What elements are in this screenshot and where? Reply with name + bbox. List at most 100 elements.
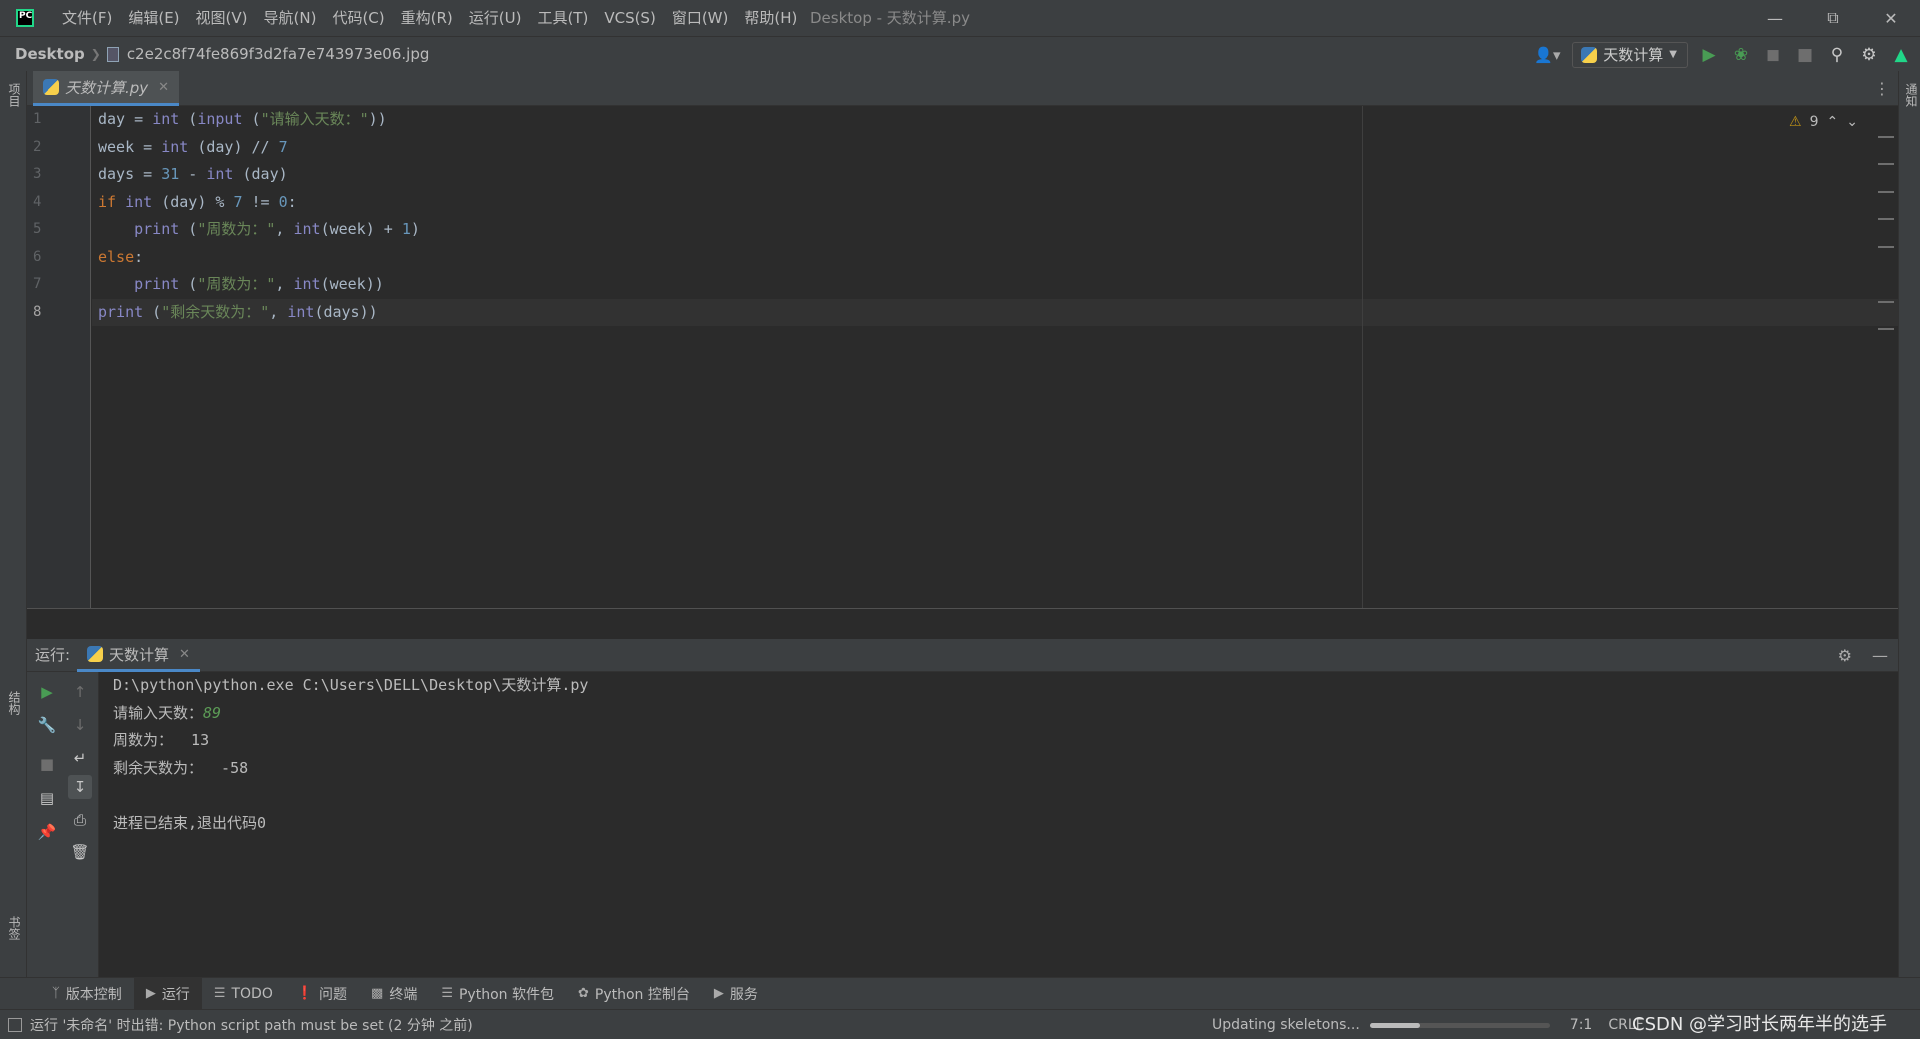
menu-window[interactable]: 窗口(W) [664,0,737,36]
close-icon[interactable]: ✕ [179,647,190,662]
line-number-current: 8 [33,303,42,320]
code-line-8[interactable]: print ("剩余天数为：", int(days)) [98,299,378,327]
breadcrumb-file[interactable]: c2e2c8f74fe869f3d2fa7e743973e06.jpg [127,45,430,63]
rerun-icon[interactable]: ▶ [35,680,59,704]
code-line-5[interactable]: print ("周数为：", int(week) + 1) [98,216,420,244]
layers-icon: ☰ [441,986,453,1001]
left-tool-strip: 项目 结构 书签 [0,71,27,977]
minimize-button[interactable]: — [1746,0,1804,36]
tool-label: Python 控制台 [594,986,690,1003]
line-number: 6 [33,248,42,265]
tool-python-packages[interactable]: ☰ Python 软件包 [429,978,566,1010]
code-line-2[interactable]: week = int (day) // 7 [98,134,288,162]
search-icon[interactable]: ⚲ [1826,44,1848,66]
run-icon[interactable]: ▶ [1698,44,1720,66]
tool-services[interactable]: ▶ 服务 [702,978,770,1010]
tool-label: 问题 [319,986,348,1003]
code-line-4[interactable]: if int (day) % 7 != 0: [98,189,297,217]
structure-tool-label[interactable]: 结构 [6,691,23,715]
more-vertical-icon[interactable]: ⋮ [1874,79,1890,98]
code-area[interactable]: day = int (input ("请输入天数：")) week = int … [92,106,1898,608]
soft-wrap-icon[interactable]: ↵ [68,746,92,770]
notifications-tool-label[interactable]: 通知 [1903,83,1920,107]
stop-icon[interactable]: ■ [35,752,59,776]
run-config-selector[interactable]: 天数计算 ▼ [1572,41,1688,68]
stripe-mark[interactable] [1878,163,1894,165]
arrow-up-icon[interactable]: ↑ [68,680,92,704]
status-message-area[interactable]: 运行 '未命名' 时出错: Python script path must be… [8,1015,473,1035]
chevron-down-icon[interactable]: ⌄ [1846,114,1858,130]
toggle-tool-windows-icon[interactable] [8,1017,22,1032]
breadcrumb-root[interactable]: Desktop [15,45,85,63]
coverage-icon[interactable]: ◼ [1762,44,1784,66]
tool-problems[interactable]: ❗ 问题 [285,978,359,1010]
console-exit-message: 进程已结束,退出代码0 [113,813,267,832]
user-icon[interactable]: 👤▾ [1534,46,1562,64]
pycharm-logo-icon [16,9,34,27]
code-line-3[interactable]: days = 31 - int (day) [98,161,288,189]
tool-version-control[interactable]: ᛉ 版本控制 [40,978,134,1010]
menu-code[interactable]: 代码(C) [324,0,392,36]
python-file-icon [87,646,103,662]
tab-days-calc[interactable]: 天数计算.py ✕ [33,71,180,106]
stripe-mark[interactable] [1878,246,1894,248]
menu-file[interactable]: 文件(F) [54,0,120,36]
caret-position[interactable]: 7:1 [1570,1017,1593,1033]
gear-icon[interactable]: ⚙ [1858,44,1880,66]
jetbrains-toolbox-icon[interactable]: ▲ [1890,44,1912,66]
restore-button[interactable]: ⧉ [1804,0,1862,36]
menu-navigate[interactable]: 导航(N) [256,0,325,36]
code-editor[interactable]: 1 2 3 4 5 6 7 8 day = int (input ("请输入天数… [27,106,1898,608]
status-message: 运行 '未命名' 时出错: Python script path must be… [30,1017,473,1034]
gear-icon[interactable]: ⚙ [1838,646,1852,665]
tool-label: TODO [231,985,273,1002]
console-days-output: 剩余天数为： -58 [113,758,249,777]
menu-help[interactable]: 帮助(H) [736,0,805,36]
menu-tools[interactable]: 工具(T) [529,0,596,36]
debug-icon[interactable]: ❀ [1730,44,1752,66]
tool-todo[interactable]: ☰ TODO [202,978,285,1010]
python-file-icon [1581,46,1598,63]
tool-terminal[interactable]: ▩ 终端 [359,978,429,1010]
inspection-widget[interactable]: ⚠ 9 ⌃ ⌄ [1789,114,1858,130]
run-tab[interactable]: 天数计算 ✕ [77,639,200,672]
close-window-button[interactable]: ✕ [1862,0,1920,36]
stripe-mark[interactable] [1878,328,1894,330]
layout-icon[interactable]: ▤ [35,786,59,810]
menu-refactor[interactable]: 重构(R) [393,0,461,36]
menu-vcs[interactable]: VCS(S) [596,0,663,36]
menu-run[interactable]: 运行(U) [461,0,530,36]
code-line-1[interactable]: day = int (input ("请输入天数：")) [98,106,387,134]
tool-label: 终端 [389,986,418,1003]
trash-icon[interactable]: 🗑 [68,840,92,864]
code-line-6[interactable]: else: [98,244,143,272]
bookmarks-tool-label[interactable]: 书签 [6,916,23,940]
scroll-to-end-icon[interactable]: ↧ [68,775,92,799]
arrow-down-icon[interactable]: ↓ [68,713,92,737]
print-icon[interactable]: ⎙ [68,808,92,832]
stop-icon[interactable]: ■ [1794,44,1816,66]
pin-icon[interactable]: 📌 [35,820,59,844]
hide-panel-icon[interactable]: — [1872,646,1888,665]
menu-view[interactable]: 视图(V) [188,0,256,36]
progress-bar[interactable] [1369,1022,1550,1028]
stripe-mark[interactable] [1878,136,1894,138]
panel-splitter[interactable] [27,608,1898,639]
line-number: 2 [33,138,42,155]
tool-run[interactable]: ▶ 运行 [133,977,202,1010]
stripe-mark[interactable] [1878,218,1894,220]
stripe-mark[interactable] [1878,301,1894,303]
csdn-watermark: CSDN @学习时长两年半的选手 [1632,1014,1888,1035]
close-icon[interactable]: ✕ [158,80,169,95]
tool-python-console[interactable]: ✿ Python 控制台 [566,978,702,1010]
code-line-7[interactable]: print ("周数为：", int(week)) [98,271,384,299]
stripe-mark[interactable] [1878,191,1894,193]
menu-edit[interactable]: 编辑(E) [120,0,187,36]
editor-tabs: 天数计算.py ✕ ⋮ [27,71,1898,106]
run-console[interactable]: D:\python\python.exe C:\Users\DELL\Deskt… [99,672,1898,977]
window-controls: — ⧉ ✕ [1746,0,1920,36]
chevron-up-icon[interactable]: ⌃ [1827,114,1839,130]
run-panel-actions: ⚙ — [1838,639,1888,672]
project-tool-label[interactable]: 项目 [6,83,23,107]
wrench-icon[interactable]: 🔧 [35,713,59,737]
